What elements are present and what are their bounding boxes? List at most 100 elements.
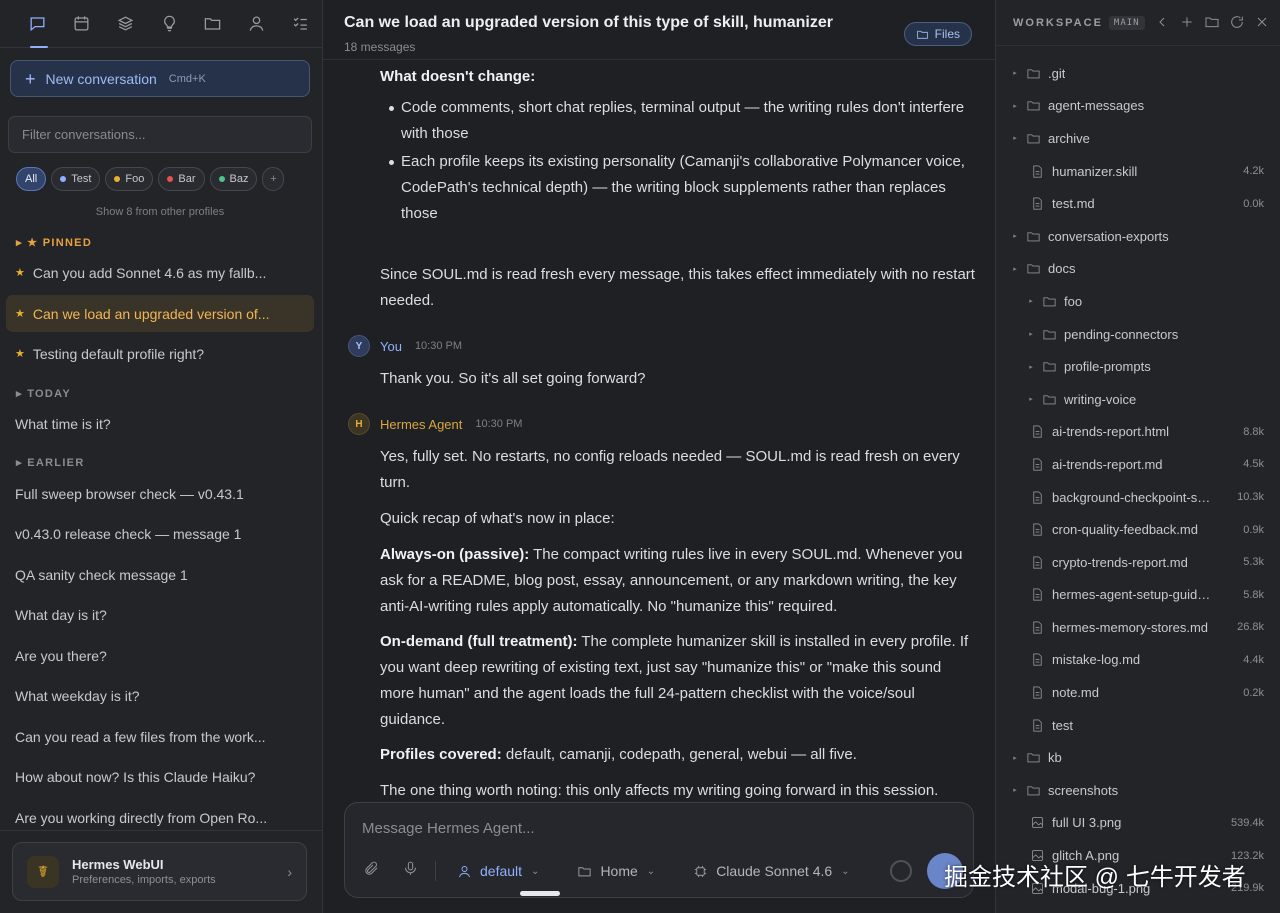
folder-icon[interactable] xyxy=(191,0,235,48)
folder-item[interactable]: ▸ agent-messages xyxy=(996,90,1280,123)
folder-item[interactable]: ▸ pending-connectors xyxy=(996,318,1280,351)
lightbulb-icon[interactable] xyxy=(147,0,191,48)
filter-placeholder: Filter conversations... xyxy=(22,127,146,142)
file-icon xyxy=(1030,490,1045,505)
conversation-item[interactable]: v0.43.0 release check — message 1 xyxy=(6,515,314,552)
expand-caret-icon[interactable]: ▸ xyxy=(1010,265,1020,273)
message-input[interactable]: Message Hermes Agent... xyxy=(362,820,535,837)
folder-item[interactable]: ▸ foo xyxy=(996,285,1280,318)
conversation-item[interactable]: What day is it? xyxy=(6,596,314,633)
folder-item[interactable]: ▸ screenshots xyxy=(996,774,1280,807)
context-ring-icon[interactable] xyxy=(890,860,912,882)
chevron-down-icon: ⌄ xyxy=(646,865,656,877)
model-selector[interactable]: Claude Sonnet 4.6 ⌄ xyxy=(693,863,850,879)
message-paragraph: Since SOUL.md is read fresh every messag… xyxy=(380,266,975,309)
chip-baz[interactable]: Baz xyxy=(209,167,258,191)
file-item[interactable]: crypto-trends-report.md 5.3k xyxy=(996,546,1280,579)
file-item[interactable]: note.md 0.2k xyxy=(996,676,1280,709)
refresh-icon[interactable] xyxy=(1229,14,1245,30)
file-item[interactable]: full UI 3.png 539.4k xyxy=(996,807,1280,840)
file-item[interactable]: hermes-memory-stores.md 26.8k xyxy=(996,611,1280,644)
profile-selector[interactable]: default ⌄ xyxy=(457,863,539,879)
checklist-icon[interactable] xyxy=(278,0,322,48)
plus-icon: + xyxy=(25,68,36,89)
show-more-profiles-link[interactable]: Show 8 from other profiles xyxy=(0,206,320,218)
conversation-item-active[interactable]: ★ Can we load an upgraded version of... xyxy=(6,295,314,332)
file-name: full UI 3.png xyxy=(1052,815,1122,831)
expand-caret-icon[interactable]: ▸ xyxy=(1010,69,1020,77)
conversation-title: What weekday is it? xyxy=(15,687,140,704)
conversation-item[interactable]: How about now? Is this Claude Haiku? xyxy=(6,758,314,795)
calendar-icon[interactable] xyxy=(60,0,104,48)
file-icon xyxy=(1030,555,1045,570)
chip-test[interactable]: Test xyxy=(51,167,101,191)
new-folder-icon[interactable] xyxy=(1204,14,1220,30)
sidebar-top-icons xyxy=(0,0,322,48)
pinned-section-header[interactable]: ▸ ★ PINNED xyxy=(16,236,92,249)
resize-handle[interactable] xyxy=(520,891,560,896)
conversation-title: Are you there? xyxy=(15,647,107,664)
folder-item[interactable]: ▸ conversation-exports xyxy=(996,220,1280,253)
expand-caret-icon[interactable]: ▸ xyxy=(1010,134,1020,142)
file-item[interactable]: hermes-agent-setup-guide.... 5.8k xyxy=(996,579,1280,612)
expand-caret-icon[interactable]: ▸ xyxy=(1026,363,1036,371)
file-item[interactable]: test.md 0.0k xyxy=(996,187,1280,220)
folder-item[interactable]: ▸ .git xyxy=(996,57,1280,90)
expand-caret-icon[interactable]: ▸ xyxy=(1026,330,1036,338)
chip-all[interactable]: All xyxy=(16,167,47,191)
chevron-left-icon[interactable] xyxy=(1154,14,1170,30)
chip-bar[interactable]: Bar xyxy=(158,167,205,191)
expand-caret-icon[interactable]: ▸ xyxy=(1026,297,1036,305)
folder-item[interactable]: ▸ archive xyxy=(996,122,1280,155)
expand-caret-icon[interactable]: ▸ xyxy=(1010,102,1020,110)
conversation-item[interactable]: Are you there? xyxy=(6,637,314,674)
conversation-item[interactable]: ★ Can you add Sonnet 4.6 as my fallb... xyxy=(6,254,314,291)
expand-caret-icon[interactable]: ▸ xyxy=(1010,786,1020,794)
folder-item[interactable]: ▸ docs xyxy=(996,253,1280,286)
chip-foo[interactable]: Foo xyxy=(105,167,154,191)
chat-icon[interactable] xyxy=(16,0,60,48)
file-icon xyxy=(1030,685,1045,700)
earlier-section-header[interactable]: ▸ EARLIER xyxy=(16,456,85,469)
layers-icon[interactable] xyxy=(103,0,147,48)
status-dot xyxy=(218,176,225,182)
close-icon[interactable] xyxy=(1254,14,1270,30)
message-list[interactable]: What doesn't change: Code comments, shor… xyxy=(323,61,995,801)
file-item[interactable]: ai-trends-report.html 8.8k xyxy=(996,416,1280,449)
conversation-item[interactable]: What weekday is it? xyxy=(6,677,314,714)
file-item[interactable]: mistake-log.md 4.4k xyxy=(996,644,1280,677)
plus-icon[interactable] xyxy=(1179,14,1195,30)
file-item[interactable]: humanizer.skill 4.2k xyxy=(996,155,1280,188)
conversation-item[interactable]: Can you read a few files from the work..… xyxy=(6,718,314,755)
filter-conversations-input[interactable]: Filter conversations... xyxy=(8,116,312,153)
expand-caret-icon[interactable]: ▸ xyxy=(1026,395,1036,403)
conversation-item[interactable]: Full sweep browser check — v0.43.1 xyxy=(6,475,314,512)
user-icon[interactable] xyxy=(235,0,279,48)
conversation-item[interactable]: What time is it? xyxy=(6,405,314,442)
chevron-down-icon: ⌄ xyxy=(531,865,540,877)
star-icon: ★ xyxy=(15,308,25,320)
files-button[interactable]: Files xyxy=(903,22,972,46)
expand-caret-icon[interactable]: ▸ xyxy=(1010,232,1020,240)
workspace-selector[interactable]: Home ⌄ xyxy=(577,863,655,879)
expand-caret-icon[interactable]: ▸ xyxy=(1010,754,1020,762)
folder-item[interactable]: ▸ writing-voice xyxy=(996,383,1280,416)
paperclip-icon[interactable] xyxy=(363,860,380,882)
file-item[interactable]: cron-quality-feedback.md 0.9k xyxy=(996,513,1280,546)
watermark: 掘金技术社区 @ 七牛开发者 xyxy=(944,864,1246,891)
new-conversation-button[interactable]: + New conversation Cmd+K xyxy=(10,60,310,97)
microphone-icon[interactable] xyxy=(402,860,419,882)
file-icon xyxy=(1030,522,1045,537)
file-name: background-checkpoint-sy... xyxy=(1052,489,1212,505)
file-item[interactable]: test xyxy=(996,709,1280,742)
conversation-item[interactable]: ★ Testing default profile right? xyxy=(6,335,314,372)
conversation-item[interactable]: QA sanity check message 1 xyxy=(6,556,314,593)
today-section-header[interactable]: ▸ TODAY xyxy=(16,387,71,400)
file-size: 8.8k xyxy=(1243,425,1264,438)
settings-card[interactable]: ☤ Hermes WebUI Preferences, imports, exp… xyxy=(12,842,307,901)
folder-item[interactable]: ▸ kb xyxy=(996,741,1280,774)
file-item[interactable]: ai-trends-report.md 4.5k xyxy=(996,448,1280,481)
folder-item[interactable]: ▸ profile-prompts xyxy=(996,350,1280,383)
file-item[interactable]: background-checkpoint-sy... 10.3k xyxy=(996,481,1280,514)
add-chip-button[interactable]: + xyxy=(262,167,285,191)
